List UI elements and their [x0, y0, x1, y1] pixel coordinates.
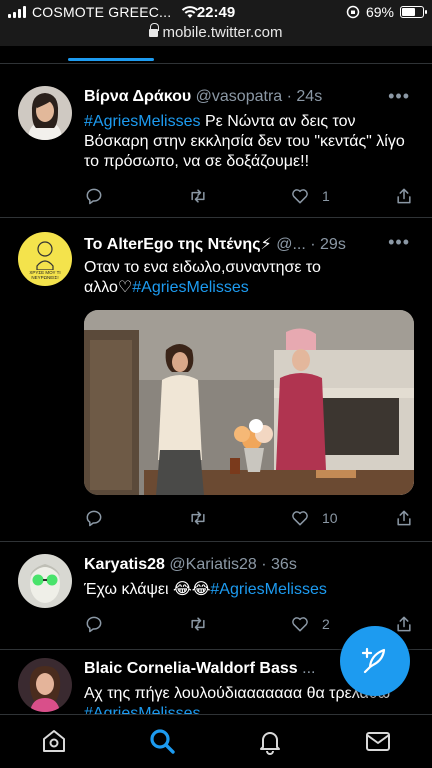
author-name[interactable]: Blaic Cornelia-Waldorf Bass [84, 660, 298, 677]
share-icon [397, 616, 411, 632]
hashtag-link[interactable]: #AgriesMelisses [210, 581, 326, 598]
share-button[interactable] [394, 614, 414, 634]
retweet-button[interactable] [188, 186, 208, 206]
avatar[interactable] [18, 554, 72, 608]
share-button[interactable] [394, 186, 414, 206]
like-button[interactable]: 10 [290, 508, 338, 528]
tweet-actions: 10 [84, 508, 414, 530]
tab-header [0, 46, 432, 64]
home-icon [43, 730, 65, 752]
tweet-timestamp[interactable]: 24s [296, 88, 322, 105]
search-icon [150, 729, 175, 754]
battery-icon [400, 6, 427, 18]
nav-messages[interactable] [364, 727, 392, 755]
tweet[interactable]: Βίρνα Δράκου @vasopatra · 24s ••• #Agrie… [0, 72, 432, 218]
url-text: mobile.twitter.com [162, 24, 283, 41]
like-count: 1 [322, 188, 330, 204]
reply-button[interactable] [84, 508, 104, 528]
like-button[interactable]: 1 [290, 186, 330, 206]
tweet-photo[interactable] [84, 310, 414, 495]
avatar[interactable] [18, 86, 72, 140]
retweet-icon [191, 511, 205, 525]
like-button[interactable]: 2 [290, 614, 330, 634]
reply-icon [86, 188, 102, 205]
heart-icon [292, 511, 308, 526]
bottom-navigation [0, 714, 432, 768]
author-handle[interactable]: @... [276, 236, 306, 253]
retweet-icon [191, 189, 205, 203]
compose-tweet-button[interactable] [340, 626, 410, 696]
active-tab-indicator [68, 58, 154, 61]
tweet[interactable]: ΧΡΥΣΕ ΜΟΥ ΤΙ ΝΕΥΡΩΝΕΙΣ! Το AlterEgo της … [0, 218, 432, 542]
reply-button[interactable] [84, 614, 104, 634]
more-icon[interactable]: ••• [388, 86, 410, 107]
compose-icon [361, 647, 386, 674]
share-icon [397, 510, 411, 526]
reply-icon [86, 510, 102, 527]
author-handle[interactable]: @vasopatra [196, 88, 283, 105]
tweet-timestamp[interactable]: 36s [271, 556, 297, 573]
avatar[interactable]: ΧΡΥΣΕ ΜΟΥ ΤΙ ΝΕΥΡΩΝΕΙΣ! [18, 232, 72, 286]
reply-button[interactable] [84, 186, 104, 206]
hashtag-link[interactable]: #AgriesMelisses [132, 279, 248, 296]
like-count: 10 [322, 510, 338, 526]
tweet-text: Οταν το ενα ειδωλο,συναντησε το αλλο♡#Ag… [84, 259, 321, 296]
avatar-caption: ΧΡΥΣΕ ΜΟΥ ΤΙ ΝΕΥΡΩΝΕΙΣ! [29, 270, 61, 280]
tweet-timestamp[interactable]: 29s [320, 236, 346, 253]
author-handle[interactable]: ... [302, 660, 315, 677]
tweet-text: Έχω κλάψει 😂😂#AgriesMelisses [84, 581, 327, 598]
author-handle[interactable]: @Kariatis28 [169, 556, 256, 573]
author-name[interactable]: Karyatis28 [84, 556, 165, 573]
reply-icon [86, 616, 102, 633]
orientation-lock-icon [346, 5, 360, 19]
retweet-icon [191, 617, 205, 631]
like-count: 2 [322, 616, 330, 632]
share-button[interactable] [394, 508, 414, 528]
address-bar[interactable]: mobile.twitter.com [0, 23, 432, 46]
nav-notifications[interactable] [256, 727, 284, 755]
status-bar: COSMOTE GREEC... 22:49 69% [0, 0, 432, 24]
author-name[interactable]: Βίρνα Δράκου [84, 88, 191, 105]
retweet-button[interactable] [188, 508, 208, 528]
bell-icon [260, 732, 280, 755]
hashtag-link[interactable]: #AgriesMelisses [84, 113, 200, 130]
tweet-actions: 1 [84, 186, 414, 208]
share-icon [397, 188, 411, 204]
retweet-button[interactable] [188, 614, 208, 634]
more-icon[interactable]: ••• [388, 232, 410, 253]
lock-icon [149, 23, 160, 38]
nav-search[interactable] [148, 727, 176, 755]
nav-home[interactable] [40, 727, 68, 755]
heart-icon [292, 189, 308, 204]
heart-icon [292, 617, 308, 632]
mail-icon [366, 732, 390, 751]
avatar[interactable] [18, 658, 72, 712]
author-name[interactable]: Το AlterEgo της Ντένης⚡ [84, 236, 272, 253]
battery-percent: 69% [365, 4, 394, 20]
tweet-text: #AgriesMelisses Ρε Νώντα αν δεις τον Βόσ… [84, 113, 405, 170]
